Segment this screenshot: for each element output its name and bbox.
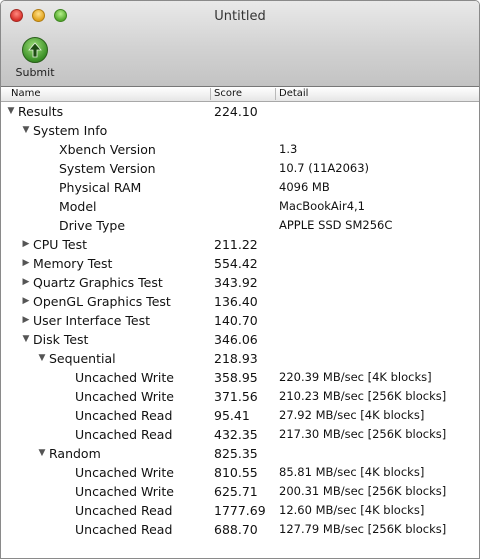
row-name: Uncached Write [75,484,174,499]
outline-row[interactable]: Uncached Read 1777.69 12.60 MB/sec [4K blo… [1,501,479,520]
row-name: Random [49,446,101,461]
app-window: Untitled Submit Name Score Detail ▼ Resul… [0,0,480,559]
row-detail: APPLE SSD SM256C [279,218,393,232]
row-score: 343.92 [214,275,258,290]
row-name: Physical RAM [59,180,142,195]
row-score: 218.93 [214,351,258,366]
disclosure-closed-icon[interactable]: ▶ [20,254,32,273]
disclosure-closed-icon[interactable]: ▶ [20,235,32,254]
row-detail: 10.7 (11A2063) [279,161,370,175]
row-detail: 127.79 MB/sec [256K blocks] [279,522,447,536]
outline-row[interactable]: Uncached Read 432.35 217.30 MB/sec [256K b… [1,425,479,444]
row-name: System Version [59,161,156,176]
disclosure-open-icon[interactable]: ▼ [20,121,32,140]
row-name: System Info [33,123,108,138]
column-header-name[interactable]: Name [11,87,41,101]
row-score: 1777.69 [214,503,266,518]
row-name: Uncached Read [75,503,173,518]
submit-button[interactable]: Submit [13,37,57,81]
outline-row[interactable]: Model MacBookAir4,1 [1,197,479,216]
column-header-detail[interactable]: Detail [279,87,308,101]
disclosure-closed-icon[interactable]: ▶ [20,273,32,292]
row-score: 224.10 [214,104,258,119]
row-detail: 12.60 MB/sec [4K blocks] [279,503,425,517]
results-outline: ▼ Results 224.10 ▼ System Info Xbench Version… [1,102,479,539]
row-score: 825.35 [214,446,258,461]
window-title: Untitled [214,9,266,24]
outline-row[interactable]: ▶ OpenGL Graphics Test 136.40 [1,292,479,311]
outline-row[interactable]: Xbench Version 1.3 [1,140,479,159]
row-score: 688.70 [214,522,258,537]
column-header: Name Score Detail [1,87,479,102]
row-name: OpenGL Graphics Test [33,294,171,309]
outline-row[interactable]: ▼ Sequential 218.93 [1,349,479,368]
row-name: Uncached Write [75,370,174,385]
outline-row[interactable]: System Version 10.7 (11A2063) [1,159,479,178]
row-detail: 210.23 MB/sec [256K blocks] [279,389,447,403]
outline-row[interactable]: Physical RAM 4096 MB [1,178,479,197]
row-score: 810.55 [214,465,258,480]
disclosure-closed-icon[interactable]: ▶ [20,292,32,311]
row-score: 346.06 [214,332,258,347]
disclosure-open-icon[interactable]: ▼ [36,444,48,463]
row-score: 95.41 [214,408,250,423]
row-score: 432.35 [214,427,258,442]
row-score: 358.95 [214,370,258,385]
row-name: Sequential [49,351,116,366]
row-detail: 4096 MB [279,180,330,194]
row-score: 140.70 [214,313,258,328]
submit-label: Submit [15,66,55,79]
row-name: Xbench Version [59,142,156,157]
row-name: Model [59,199,97,214]
row-score: 136.40 [214,294,258,309]
outline-row[interactable]: ▼ Results 224.10 [1,102,479,121]
outline-row[interactable]: Uncached Write 358.95 220.39 MB/sec [4K bl… [1,368,479,387]
submit-arrow-icon [22,37,48,63]
outline-row[interactable]: Uncached Read 95.41 27.92 MB/sec [4K block… [1,406,479,425]
title-bar: Untitled Submit [1,1,479,87]
row-name: Uncached Read [75,408,173,423]
row-detail: 220.39 MB/sec [4K blocks] [279,370,432,384]
disclosure-open-icon[interactable]: ▼ [20,330,32,349]
outline-row[interactable]: ▼ System Info [1,121,479,140]
outline-row[interactable]: ▼ Disk Test 346.06 [1,330,479,349]
outline-row[interactable]: ▶ Quartz Graphics Test 343.92 [1,273,479,292]
row-name: Disk Test [33,332,89,347]
row-detail: MacBookAir4,1 [279,199,365,213]
disclosure-open-icon[interactable]: ▼ [36,349,48,368]
column-divider[interactable] [275,88,276,100]
row-score: 211.22 [214,237,258,252]
row-name: Uncached Read [75,522,173,537]
outline-row[interactable]: ▶ User Interface Test 140.70 [1,311,479,330]
row-detail: 1.3 [279,142,298,156]
row-detail: 200.31 MB/sec [256K blocks] [279,484,447,498]
outline-row[interactable]: Uncached Write 625.71 200.31 MB/sec [256K … [1,482,479,501]
column-divider[interactable] [210,88,211,100]
outline-row[interactable]: Uncached Write 810.55 85.81 MB/sec [4K blo… [1,463,479,482]
column-header-score[interactable]: Score [214,87,242,101]
row-score: 371.56 [214,389,258,404]
outline-row[interactable]: Drive Type APPLE SSD SM256C [1,216,479,235]
disclosure-open-icon[interactable]: ▼ [5,102,17,121]
row-name: Uncached Read [75,427,173,442]
row-detail: 217.30 MB/sec [256K blocks] [279,427,447,441]
outline-row[interactable]: ▶ CPU Test 211.22 [1,235,479,254]
outline-row[interactable]: ▶ Memory Test 554.42 [1,254,479,273]
row-detail: 85.81 MB/sec [4K blocks] [279,465,425,479]
outline-row[interactable]: ▼ Random 825.35 [1,444,479,463]
row-name: Results [18,104,64,119]
row-name: Quartz Graphics Test [33,275,163,290]
row-name: CPU Test [33,237,88,252]
row-name: Drive Type [59,218,126,233]
row-name: Memory Test [33,256,113,271]
row-name: Uncached Write [75,389,174,404]
row-score: 554.42 [214,256,258,271]
row-score: 625.71 [214,484,258,499]
row-detail: 27.92 MB/sec [4K blocks] [279,408,425,422]
disclosure-closed-icon[interactable]: ▶ [20,311,32,330]
outline-row[interactable]: Uncached Write 371.56 210.23 MB/sec [256K … [1,387,479,406]
row-name: User Interface Test [33,313,151,328]
row-name: Uncached Write [75,465,174,480]
outline-row[interactable]: Uncached Read 688.70 127.79 MB/sec [256K b… [1,520,479,539]
